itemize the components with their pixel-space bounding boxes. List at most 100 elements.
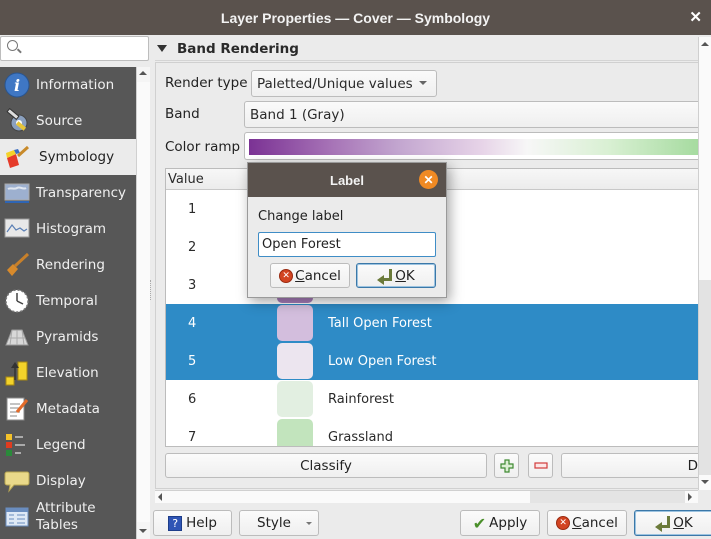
ok-arrow-icon (655, 516, 671, 532)
sidebar-item-metadata[interactable]: Metadata (0, 391, 136, 427)
render-type-label: Render type (165, 75, 248, 91)
sidebar-item-rendering[interactable]: Rendering (0, 247, 136, 283)
sidebar-item-pyramids[interactable]: Pyramids (0, 319, 136, 355)
dialog-close-icon[interactable]: ✕ (419, 170, 438, 189)
cancel-label: ancel (581, 515, 618, 531)
row-value: 6 (188, 391, 197, 407)
sidebar-item-legend[interactable]: Legend (0, 427, 136, 463)
row-value: 4 (188, 315, 197, 331)
transparency-icon (4, 180, 30, 206)
sidebar-item-label: Symbology (39, 149, 115, 165)
sidebar-item-elevation[interactable]: Elevation (0, 355, 136, 391)
sidebar-item-attribute-tables[interactable]: Attribute Tables (0, 499, 136, 535)
row-value: 5 (188, 353, 197, 369)
sidebar-item-symbology[interactable]: Symbology (0, 139, 136, 175)
style-label: Style (257, 515, 291, 531)
sidebar-item-information[interactable]: i Information (0, 67, 136, 103)
scroll-up-arrow-icon[interactable] (139, 71, 147, 75)
color-swatch[interactable] (277, 305, 313, 341)
main-vertical-scrollbar[interactable] (698, 37, 711, 490)
sidebar-item-temporal[interactable]: Temporal (0, 283, 136, 319)
sidebar-item-label: Information (36, 77, 115, 93)
window-title: Layer Properties — Cover — Symbology (220, 9, 491, 26)
sidebar-item-label: Rendering (36, 257, 105, 273)
search-icon (7, 40, 18, 51)
sidebar-item-label: Temporal (36, 293, 98, 309)
window-titlebar: Layer Properties — Cover — Symbology ✕ (0, 0, 711, 35)
band-select[interactable]: Band 1 (Gray) (244, 101, 698, 128)
color-swatch[interactable] (277, 419, 313, 446)
scroll-track[interactable] (530, 491, 685, 503)
scroll-right-arrow-icon[interactable] (688, 493, 692, 501)
collapse-triangle-icon[interactable] (157, 45, 167, 52)
sidebar-item-transparency[interactable]: Transparency (0, 175, 136, 211)
color-ramp-label: Color ramp (165, 139, 241, 155)
checkmark-icon: ✔ (472, 513, 487, 533)
splitter-handle[interactable] (150, 280, 152, 300)
table-row[interactable]: 5 Low Open Forest (166, 342, 698, 380)
chevron-down-icon (419, 81, 427, 85)
row-label[interactable]: Rainforest (328, 392, 394, 407)
help-icon: ? (168, 515, 183, 531)
scroll-track[interactable] (699, 280, 711, 475)
help-button[interactable]: ? Help (153, 510, 232, 536)
ok-button[interactable]: OK (634, 510, 711, 536)
scroll-down-arrow-icon[interactable] (139, 529, 147, 533)
elevation-icon (4, 360, 30, 386)
label-input[interactable] (258, 232, 436, 257)
chevron-down-icon (306, 522, 312, 525)
cancel-button[interactable]: ✕ Cancel (547, 510, 627, 536)
table-row[interactable]: 4 Tall Open Forest (166, 304, 698, 342)
scroll-left-arrow-icon[interactable] (158, 493, 162, 501)
pyramids-icon (4, 324, 30, 350)
ok-label: K (683, 515, 693, 531)
apply-button[interactable]: ✔ Apply (460, 510, 540, 536)
help-label: Help (186, 515, 217, 531)
table-row[interactable]: 7 Grassland (166, 418, 698, 446)
color-swatch[interactable] (277, 381, 313, 417)
dialog-ok-button[interactable]: OK (356, 263, 436, 288)
color-swatch[interactable] (277, 343, 313, 379)
color-ramp-button[interactable] (244, 132, 698, 160)
dialog-cancel-button[interactable]: ✕ Cancel (270, 263, 350, 288)
apply-label: Apply (489, 515, 528, 531)
sidebar-item-display[interactable]: Display (0, 463, 136, 499)
cancel-label: ancel (304, 267, 341, 284)
render-type-select[interactable]: Paletted/Unique values (251, 70, 437, 97)
truncated-button[interactable]: D (561, 453, 698, 478)
dialog-titlebar: Label ✕ (248, 163, 446, 197)
sidebar-item-histogram[interactable]: Histogram (0, 211, 136, 247)
source-icon (4, 108, 30, 134)
sidebar-item-label: Elevation (36, 365, 99, 381)
sidebar-item-label: Histogram (36, 221, 107, 237)
main-horizontal-scrollbar[interactable] (155, 490, 698, 503)
sidebar-item-label: Pyramids (36, 329, 99, 345)
rendering-brush-icon (4, 252, 30, 278)
sidebar-item-source[interactable]: Source (0, 103, 136, 139)
scroll-up-arrow-icon[interactable] (701, 42, 709, 46)
sidebar-search-input[interactable] (0, 36, 149, 61)
cancel-icon: ✕ (556, 516, 571, 530)
sidebar-scroll-thumb[interactable] (137, 82, 150, 522)
add-value-button[interactable] (494, 453, 519, 478)
column-header-value[interactable]: Value (168, 172, 204, 187)
ok-mnemonic: O (673, 515, 684, 531)
row-label[interactable]: Tall Open Forest (328, 316, 432, 331)
sidebar-scrollbar[interactable] (136, 67, 150, 539)
sidebar-item-label: Display (36, 473, 86, 489)
band-rendering-header[interactable]: Band Rendering (155, 37, 698, 61)
row-label[interactable]: Low Open Forest (328, 354, 436, 369)
band-value: Band 1 (Gray) (250, 106, 345, 123)
row-value: 2 (188, 239, 197, 255)
row-label[interactable]: Grassland (328, 430, 393, 445)
truncated-button-label: D (687, 457, 698, 474)
table-row[interactable]: 6 Rainforest (166, 380, 698, 418)
remove-value-button[interactable] (528, 453, 553, 478)
scroll-down-arrow-icon[interactable] (701, 480, 709, 484)
style-menu-button[interactable]: Style (239, 510, 319, 536)
svg-text:i: i (14, 76, 20, 95)
window-close-icon[interactable]: ✕ (689, 8, 702, 26)
classify-button[interactable]: Classify (165, 453, 487, 478)
color-ramp-preview (249, 139, 698, 155)
plus-icon (499, 458, 514, 473)
